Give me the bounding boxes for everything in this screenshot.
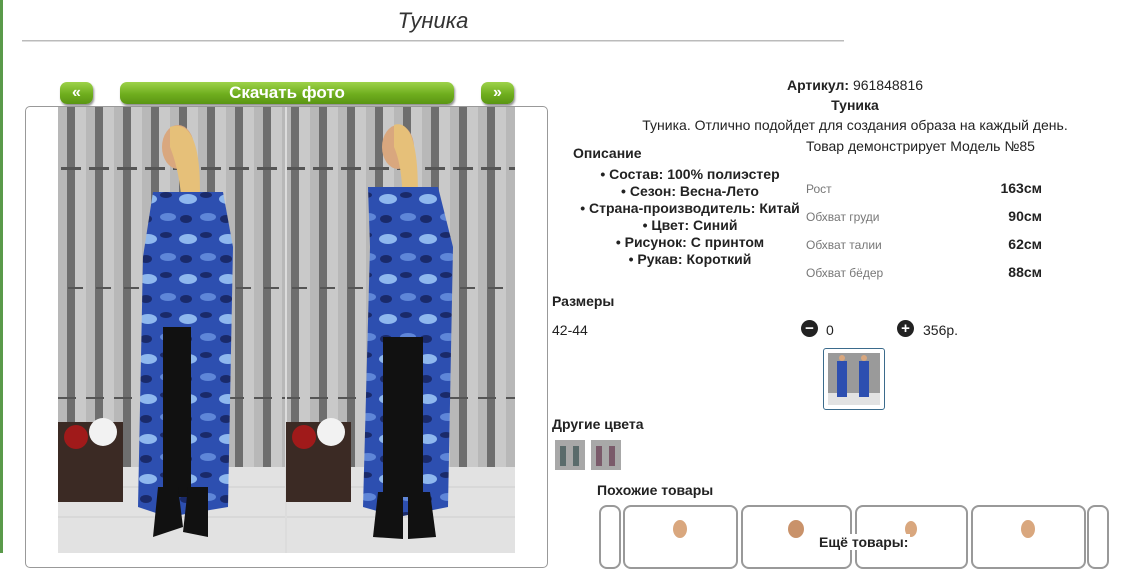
model-title: Товар демонстрирует Модель №85	[806, 138, 1035, 154]
measurement-value: 62см	[1008, 236, 1042, 252]
measurement-label: Обхват талии	[806, 238, 882, 252]
other-colors-heading: Другие цвета	[552, 416, 644, 432]
similar-product-card[interactable]	[623, 505, 738, 569]
product-name: Туника	[831, 97, 879, 113]
download-photo-button[interactable]: Скачать фото	[120, 82, 454, 104]
left-accent-bar	[0, 0, 3, 553]
measurement-row: Обхват груди 90см	[806, 206, 1042, 226]
quantity-value[interactable]: 0	[826, 322, 834, 338]
similar-next-button[interactable]	[1087, 505, 1109, 569]
properties-list: Состав: 100% полиэстер Сезон: Весна-Лето…	[565, 166, 815, 268]
page-title: Туника	[397, 8, 469, 33]
price: 356р.	[923, 322, 959, 338]
product-photo[interactable]	[58, 107, 515, 553]
selected-photo-thumbnail[interactable]	[823, 348, 885, 410]
article-line: Артикул: 961848816	[700, 77, 1010, 93]
property-item: Сезон: Весна-Лето	[565, 183, 815, 200]
next-photo-button[interactable]: »	[481, 82, 514, 104]
minus-circle-icon[interactable]: −	[801, 320, 818, 337]
measurement-label: Рост	[806, 182, 832, 196]
measurement-label: Обхват груди	[806, 210, 880, 224]
product-description: Туника. Отлично подойдет для создания об…	[642, 117, 1068, 133]
color-variant-thumbnail[interactable]	[555, 440, 585, 470]
description-heading: Описание	[573, 145, 642, 161]
article-label: Артикул:	[786, 77, 850, 93]
measurement-value: 90см	[1008, 208, 1042, 224]
property-item: Цвет: Синий	[565, 217, 815, 234]
color-variant-thumbnail[interactable]	[591, 440, 621, 470]
measurement-value: 163см	[1000, 180, 1042, 196]
more-products-heading: Ещё товары:	[817, 534, 911, 550]
measurement-row: Обхват бёдер 88см	[806, 262, 1042, 282]
sizes-heading: Размеры	[552, 293, 615, 309]
prev-photo-button[interactable]: «	[60, 82, 93, 104]
article-value: 961848816	[852, 77, 924, 93]
plus-circle-icon[interactable]: +	[897, 320, 914, 337]
measurement-value: 88см	[1008, 264, 1042, 280]
title-divider	[22, 40, 844, 42]
similar-prev-button[interactable]	[599, 505, 621, 569]
size-label: 42-44	[552, 322, 588, 338]
measurement-label: Обхват бёдер	[806, 266, 884, 280]
similar-products-heading: Похожие товары	[597, 482, 714, 498]
property-item: Рукав: Короткий	[565, 251, 815, 268]
measurement-row: Обхват талии 62см	[806, 234, 1042, 254]
property-item: Страна-производитель: Китай	[565, 200, 815, 217]
measurement-row: Рост 163см	[806, 178, 1042, 198]
similar-product-card[interactable]	[971, 505, 1086, 569]
property-item: Рисунок: С принтом	[565, 234, 815, 251]
property-item: Состав: 100% полиэстер	[565, 166, 815, 183]
